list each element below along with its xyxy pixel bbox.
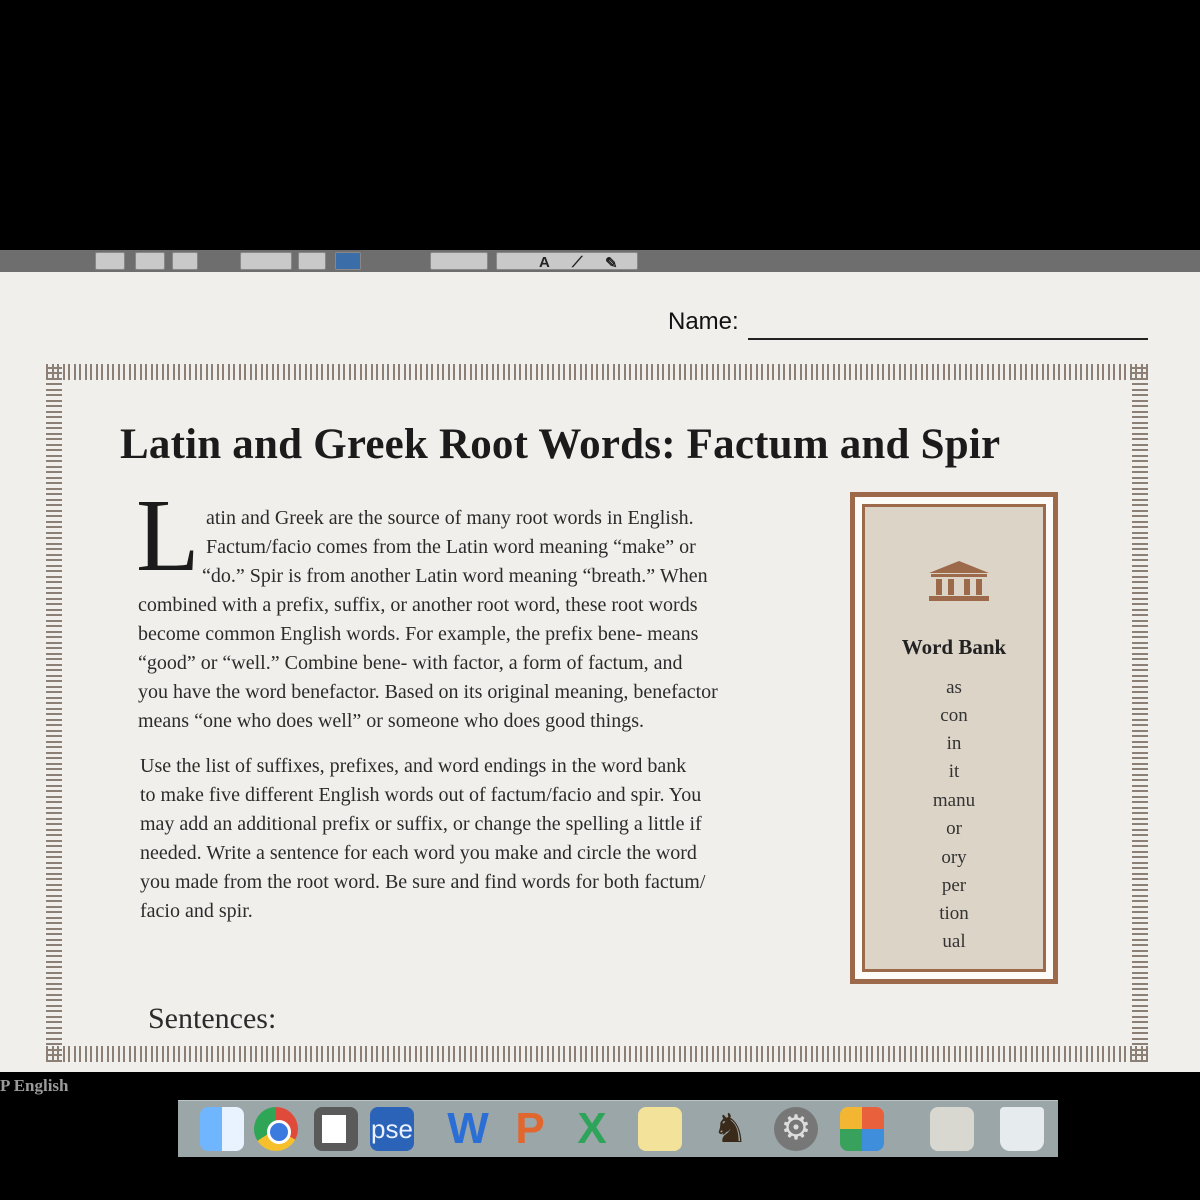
intro-line: you have the word benefactor. Based on i… <box>138 681 718 703</box>
toolbar-button-2[interactable] <box>135 252 165 270</box>
word-bank-item: ory <box>941 847 967 868</box>
word-icon[interactable]: W <box>446 1107 490 1151</box>
powerpoint-icon[interactable]: P <box>508 1107 552 1151</box>
intro-line: combined with a prefix, suffix, or anoth… <box>138 594 698 616</box>
name-field-line[interactable] <box>748 338 1148 340</box>
instruction-line: Use the list of suffixes, prefixes, and … <box>140 755 687 777</box>
word-bank-item: as <box>946 677 962 698</box>
word-bank-item: con <box>940 705 968 726</box>
instruction-line: facio and spir. <box>140 900 253 922</box>
word-bank-item: in <box>946 733 962 754</box>
chess-icon[interactable]: ♞ <box>708 1107 752 1151</box>
word-bank-item: manu <box>932 790 976 811</box>
scanner-icon[interactable] <box>930 1107 974 1151</box>
eraser-tool-icon[interactable]: ✎ <box>605 254 618 272</box>
word-bank-item: it <box>948 761 960 782</box>
app-toolbar: A ⟋ ✎ <box>0 250 1200 272</box>
excel-icon[interactable]: X <box>570 1107 614 1151</box>
word-bank-item: per <box>941 875 967 896</box>
intro-line: Factum/facio comes from the Latin word m… <box>206 536 696 558</box>
instruction-line: needed. Write a sentence for each word y… <box>140 842 697 864</box>
pse-icon[interactable]: pse <box>370 1107 414 1151</box>
notes-icon[interactable] <box>314 1107 358 1151</box>
draw-tools-group[interactable]: A ⟋ ✎ <box>496 252 638 272</box>
intro-line: “good” or “well.” Combine bene- with fac… <box>138 652 683 674</box>
chrome-center <box>267 1120 291 1144</box>
pse-label: pse <box>371 1114 413 1144</box>
image-icon[interactable] <box>335 252 361 270</box>
trash-icon[interactable] <box>1000 1107 1044 1151</box>
intro-line: atin and Greek are the source of many ro… <box>206 507 694 529</box>
instruction-line: you made from the root word. Be sure and… <box>140 871 706 893</box>
word-bank-title: Word Bank <box>901 635 1007 659</box>
toolbar-field[interactable] <box>430 252 488 270</box>
sentences-label: Sentences: <box>148 1002 277 1035</box>
toolbar-button-1[interactable] <box>95 252 125 270</box>
word-bank-item: ual <box>942 931 966 952</box>
border-bottom <box>46 1046 1148 1062</box>
settings-icon[interactable]: ⚙ <box>774 1107 818 1151</box>
word-bank-item: or <box>946 818 962 839</box>
pen-tool-icon[interactable]: ⟋ <box>572 254 583 271</box>
instruction-line: may add an additional prefix or suffix, … <box>140 813 702 835</box>
office-icon[interactable] <box>840 1107 884 1151</box>
instruction-line: to make five different English words out… <box>140 784 702 806</box>
worksheet-title: Latin and Greek Root Words: Factum and S… <box>120 421 1001 468</box>
word-bank-item: tion <box>939 903 969 924</box>
text-tool-icon[interactable]: A <box>539 254 550 271</box>
word-bank-box: Word Bank as con in it manu or ory per t… <box>850 492 1058 984</box>
toolbar-button-3[interactable] <box>172 252 198 270</box>
table-icon[interactable] <box>298 252 326 270</box>
notes-page <box>322 1115 346 1143</box>
intro-line: means “one who does well” or someone who… <box>138 710 645 732</box>
background-window-label: P English <box>0 1076 69 1095</box>
border-right <box>1132 364 1148 1062</box>
border-top <box>46 364 1148 380</box>
stickies-icon[interactable] <box>638 1107 682 1151</box>
intro-paragraph: atin and Greek are the source of many ro… <box>138 504 803 736</box>
document-page: Name: Latin and Greek Root Words: Factum… <box>0 272 1200 1072</box>
intro-line: become common English words. For example… <box>138 623 699 645</box>
dock: pse W P X ♞ ⚙ <box>178 1100 1058 1157</box>
word-bank-inner: Word Bank as con in it manu or ory per t… <box>862 504 1046 972</box>
border-left <box>46 364 62 1062</box>
chrome-icon[interactable] <box>254 1107 298 1151</box>
toolbar-button-4[interactable] <box>240 252 292 270</box>
temple-icon <box>929 561 989 601</box>
intro-line: “do.” Spir is from another Latin word me… <box>202 565 708 587</box>
finder-icon[interactable] <box>200 1107 244 1151</box>
instructions-paragraph: Use the list of suffixes, prefixes, and … <box>140 752 805 926</box>
name-label: Name: <box>668 308 739 335</box>
